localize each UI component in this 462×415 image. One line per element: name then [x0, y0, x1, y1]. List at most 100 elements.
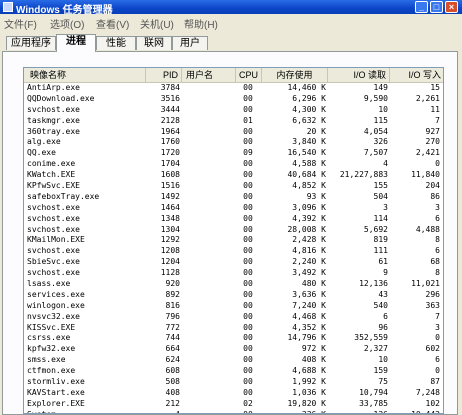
table-row[interactable]: KPfwSvc.EXE 1516 00 4,852 K 155 204	[24, 181, 443, 192]
tab-performance[interactable]: 性能	[96, 36, 136, 50]
table-row[interactable]: svchost.exe 1128 00 3,492 K 9 8	[24, 268, 443, 279]
table-row[interactable]: QQDownload.exe 3516 00 6,296 K 9,590 2,261	[24, 93, 443, 105]
table-row[interactable]: QQ.exe 1720 09 16,540 K 7,507 2,421	[24, 148, 443, 159]
menu-options[interactable]: 选项(O)	[50, 16, 84, 31]
table-row[interactable]: conime.exe 1704 00 4,588 K 4 0	[24, 159, 443, 170]
process-username	[182, 279, 234, 290]
process-cpu: 00	[243, 377, 253, 387]
process-list[interactable]: 映像名称 PID 用户名 CPU 内存使用 I/O 读取 I/O 写入 Anti…	[23, 67, 444, 414]
process-io-read: 75	[378, 377, 388, 387]
table-row[interactable]: SbieSvc.exe 1204 00 2,240 K 61 68	[24, 257, 443, 268]
process-cpu: 00	[243, 126, 253, 136]
table-row[interactable]: 360tray.exe 1964 00 20 K 4,054 927	[24, 126, 443, 138]
process-username	[182, 83, 234, 94]
process-cpu: 00	[243, 268, 253, 278]
table-row[interactable]: ctfmon.exe 608 00 4,688 K 159 0	[24, 366, 443, 377]
process-io-read: 9	[383, 268, 388, 278]
process-io-write: 0	[435, 366, 440, 376]
process-name: svchost.exe	[27, 224, 80, 234]
tab-processes[interactable]: 进程	[56, 34, 96, 52]
table-row[interactable]: AntiArp.exe 3784 00 14,460 K 149 15	[24, 83, 443, 94]
process-memory: 4,300 K	[292, 104, 326, 114]
process-io-read: 4	[383, 159, 388, 169]
process-io-read: 12,136	[359, 279, 388, 289]
table-row[interactable]: kpfw32.exe 664 00 972 K 2,327 602	[24, 344, 443, 355]
process-pid: 920	[165, 279, 180, 289]
menu-shutdown[interactable]: 关机(U)	[140, 16, 174, 31]
table-row[interactable]: KAVStart.exe 408 00 1,036 K 10,794 7,248	[24, 387, 443, 399]
process-io-write: 87	[430, 377, 440, 387]
process-io-write: 7	[435, 115, 440, 125]
process-memory: 20 K	[306, 126, 326, 136]
tab-applications[interactable]: 应用程序	[6, 36, 56, 50]
maximize-button[interactable]: □	[430, 1, 443, 13]
tab-networking[interactable]: 联网	[136, 36, 172, 50]
process-memory: 4,392 K	[292, 213, 326, 223]
column-header-image-name[interactable]: 映像名称	[24, 68, 146, 82]
table-row[interactable]: services.exe 892 00 3,636 K 43 296	[24, 290, 443, 301]
table-row[interactable]: taskmgr.exe 2128 01 6,632 K 115 7	[24, 115, 443, 127]
process-username	[182, 366, 234, 377]
table-row[interactable]: stormliv.exe 508 00 1,992 K 75 87	[24, 377, 443, 388]
table-row[interactable]: Explorer.EXE 212 02 19,820 K 33,785 102	[24, 398, 443, 410]
process-name: QQ.exe	[27, 148, 56, 158]
process-username	[182, 105, 234, 116]
menu-help[interactable]: 帮助(H)	[184, 16, 218, 31]
process-pid: 4	[148, 410, 180, 413]
process-memory: 408 K	[301, 355, 326, 365]
process-io-write: 363	[425, 300, 440, 310]
column-header-pid[interactable]: PID	[146, 68, 182, 82]
process-io-write: 2,421	[415, 148, 440, 158]
process-io-read: 114	[373, 213, 388, 223]
process-cpu: 00	[243, 300, 253, 310]
process-pid: 212	[165, 398, 180, 408]
table-row[interactable]: alg.exe 1760 00 3,840 K 326 270	[24, 137, 443, 148]
process-io-read: 2,327	[363, 344, 388, 354]
process-name: SbieSvc.exe	[27, 257, 80, 267]
table-row[interactable]: KISSvc.EXE 772 00 4,352 K 96 3	[24, 322, 443, 334]
app-icon	[3, 2, 13, 12]
process-cpu: 00	[243, 202, 253, 212]
table-row[interactable]: csrss.exe 744 00 14,796 K 352,559 0	[24, 333, 443, 344]
minimize-button[interactable]: _	[415, 1, 428, 13]
table-row[interactable]: svchost.exe 1464 00 3,096 K 3 3	[24, 202, 443, 214]
column-header-io-write[interactable]: I/O 写入	[390, 68, 443, 82]
table-row[interactable]: svchost.exe 1304 00 28,008 K 5,692 4,488	[24, 224, 443, 236]
process-cpu: 00	[243, 366, 253, 376]
menu-view[interactable]: 查看(V)	[96, 16, 129, 31]
process-cpu: 00	[243, 235, 253, 245]
column-header-username[interactable]: 用户名	[182, 68, 236, 82]
table-row[interactable]: svchost.exe 1208 00 4,816 K 111 6	[24, 246, 443, 257]
process-io-write: 11,021	[411, 279, 440, 289]
table-row[interactable]: safeboxTray.exe 1492 00 93 K 504 86	[24, 192, 443, 203]
table-row[interactable]: System4 00 336 K 126 10,442	[24, 410, 443, 413]
table-row[interactable]: smss.exe 624 00 408 K 10 6	[24, 355, 443, 366]
table-row[interactable]: svchost.exe 1348 00 4,392 K 114 6	[24, 213, 443, 225]
column-header-memory[interactable]: 内存使用	[262, 68, 328, 82]
process-io-read: 819	[373, 235, 388, 245]
process-pid: 772	[165, 322, 180, 332]
column-header-cpu[interactable]: CPU	[236, 68, 262, 82]
process-username	[182, 399, 234, 410]
process-io-read: 10	[378, 355, 388, 365]
process-memory: 4,352 K	[292, 322, 326, 332]
process-memory: 14,460 K	[287, 83, 326, 92]
table-row[interactable]: svchost.exe 3444 00 4,300 K 10 11	[24, 104, 443, 116]
title-bar[interactable]: Windows 任务管理器 _ □ ×	[0, 0, 462, 16]
tab-users[interactable]: 用户	[172, 36, 208, 50]
process-username	[182, 127, 234, 138]
process-pid: 1464	[160, 202, 180, 212]
table-row[interactable]: nvsvc32.exe 796 00 4,468 K 6 7	[24, 311, 443, 323]
process-pid: 1128	[160, 268, 180, 278]
process-io-read: 4,054	[363, 126, 388, 136]
process-name: QQDownload.exe	[27, 93, 95, 103]
menu-file[interactable]: 文件(F)	[4, 16, 37, 31]
table-row[interactable]: lsass.exe 920 00 480 K 12,136 11,021	[24, 279, 443, 290]
table-row[interactable]: KWatch.EXE 1608 00 40,684 K 21,227,883 11,840	[24, 170, 443, 181]
process-pid: 408	[165, 387, 180, 397]
column-header-io-read[interactable]: I/O 读取	[328, 68, 390, 82]
close-button[interactable]: ×	[445, 1, 458, 13]
table-row[interactable]: KMailMon.EXE 1292 00 2,428 K 819 8	[24, 235, 443, 246]
table-row[interactable]: winlogon.exe 816 00 7,240 K 540 363	[24, 300, 443, 312]
process-memory: 4,468 K	[292, 311, 326, 321]
